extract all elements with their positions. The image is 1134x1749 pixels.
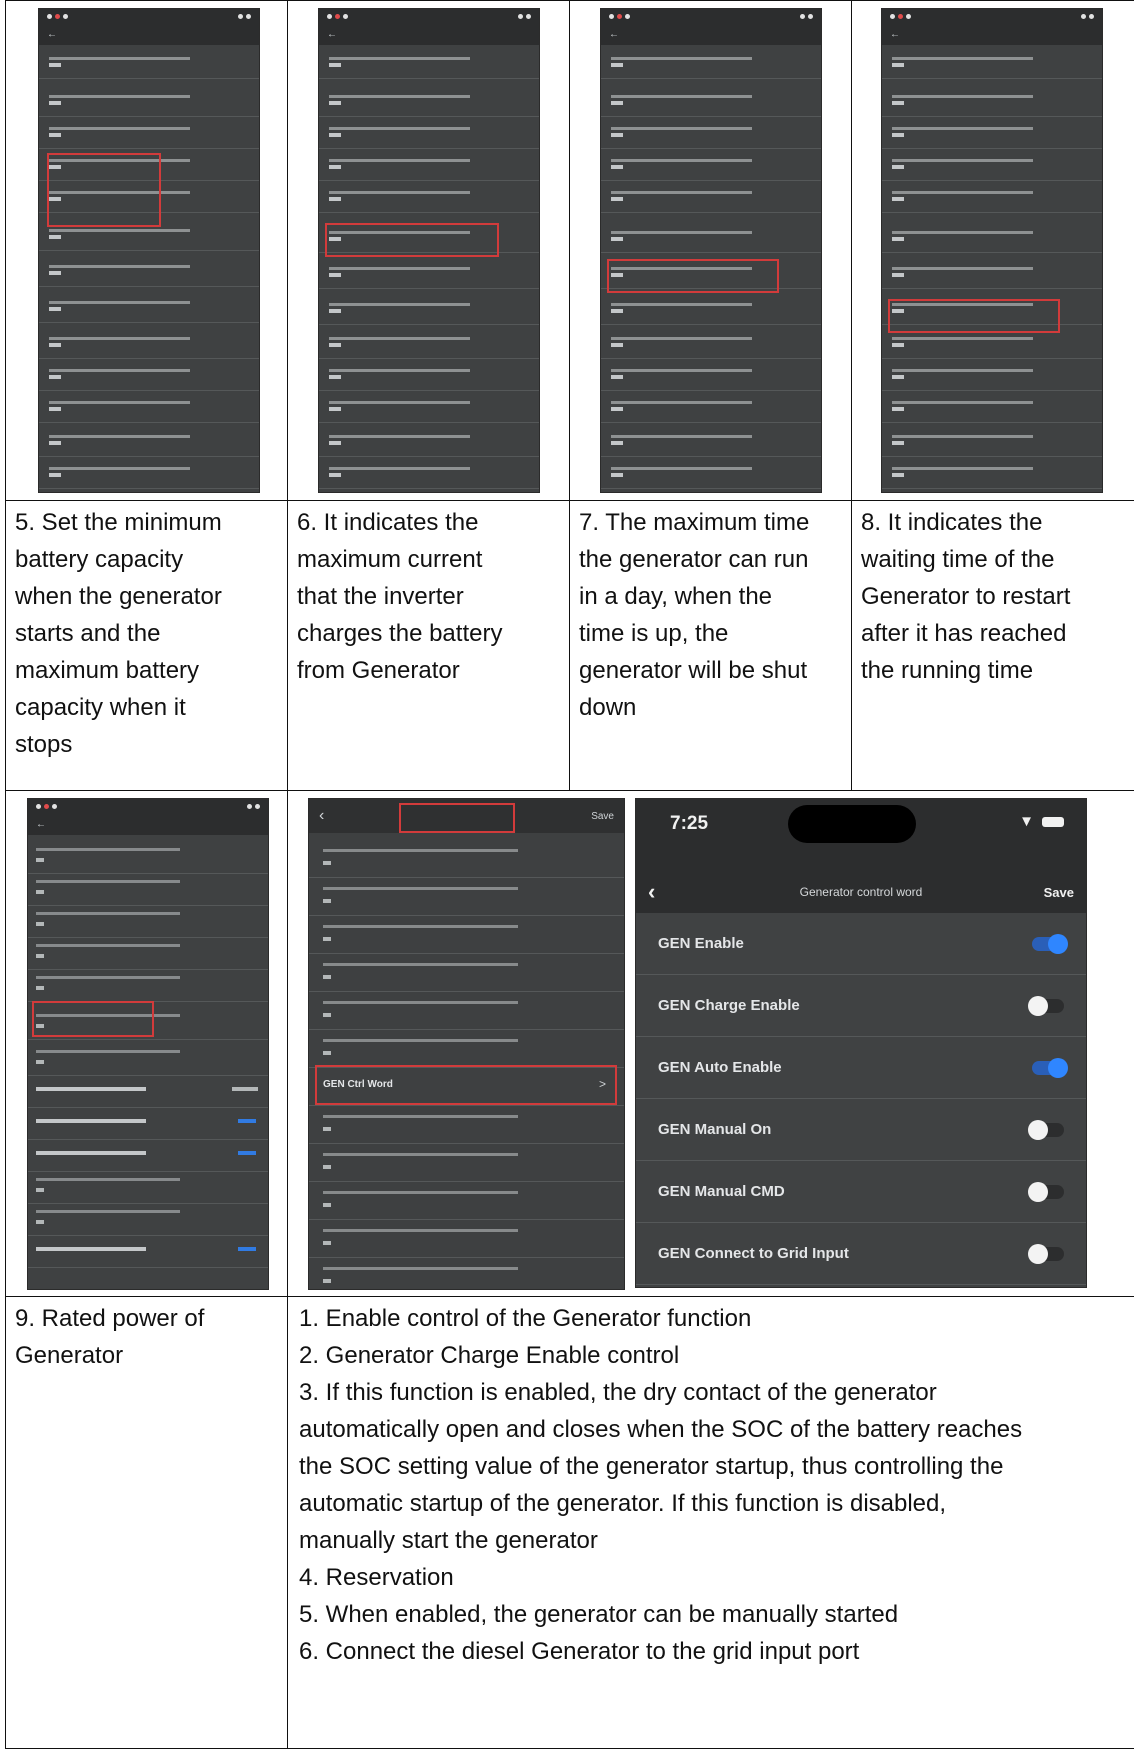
caption-5: 5. Set the minimum battery capacity when t… xyxy=(15,509,222,758)
status-bar xyxy=(319,9,539,23)
gen-connect-grid-toggle[interactable] xyxy=(1028,1243,1064,1264)
caption-6: 6. It indicates the maximum current that t… xyxy=(297,509,503,684)
wifi-icon: ▼ xyxy=(1019,813,1034,830)
save-button[interactable]: Save xyxy=(1044,885,1074,900)
caption-7: 7. The maximum time the generator can run… xyxy=(579,509,810,721)
toggle-row: GEN Connect to Grid Input xyxy=(636,1223,1086,1285)
save-button[interactable]: Save xyxy=(591,811,614,822)
caption-8: 8. It indicates the waiting time of the Ge… xyxy=(861,509,1071,684)
table-divider xyxy=(5,790,1134,791)
table-divider xyxy=(5,1296,1134,1297)
toggle-label: GEN Manual CMD xyxy=(658,1183,785,1200)
back-arrow-icon: ← xyxy=(47,28,57,40)
table-divider xyxy=(569,0,570,790)
highlight-box xyxy=(325,223,499,257)
app-header: ← xyxy=(28,813,268,835)
highlight-box xyxy=(607,259,779,293)
phone-screenshot: ← xyxy=(881,8,1103,493)
highlight-box xyxy=(399,803,515,833)
app-header: ← xyxy=(319,23,539,45)
toggle-label: GEN Connect to Grid Input xyxy=(658,1245,849,1262)
toggle-row: GEN Charge Enable xyxy=(636,975,1086,1037)
back-arrow-icon: ← xyxy=(36,818,46,830)
gen-auto-enable-toggle[interactable] xyxy=(1032,1057,1068,1078)
toggle-row: GEN Manual CMD xyxy=(636,1161,1086,1223)
toggle-label: GEN Enable xyxy=(658,935,744,952)
status-bar xyxy=(28,799,268,813)
gen-manual-on-toggle[interactable] xyxy=(1028,1119,1064,1140)
toggle-label: GEN Manual On xyxy=(658,1121,772,1138)
caption-9: 9. Rated power of Generator xyxy=(15,1305,205,1369)
toggle-row: GEN Enable xyxy=(636,913,1086,975)
status-bar xyxy=(882,9,1102,23)
toggle-label: GEN Auto Enable xyxy=(658,1059,782,1076)
status-bar xyxy=(601,9,821,23)
app-header: ← xyxy=(39,23,259,45)
toggle-row: GEN Auto Enable xyxy=(636,1037,1086,1099)
gen-charge-enable-toggle[interactable] xyxy=(1028,995,1064,1016)
table-divider xyxy=(851,0,852,790)
toggle-label: GEN Charge Enable xyxy=(658,997,800,1014)
document-table: ← ← ← ← 5. Set the minimum battery capac… xyxy=(5,0,1134,1749)
battery-icon xyxy=(1042,816,1064,827)
page-title: Generator control word xyxy=(799,885,923,899)
table-divider xyxy=(287,0,288,1749)
gen-manual-cmd-toggle[interactable] xyxy=(1028,1181,1064,1202)
dynamic-island xyxy=(788,805,916,843)
phone-screenshot: ← xyxy=(318,8,540,493)
phone-screenshot: ← xyxy=(600,8,822,493)
back-chevron-icon[interactable]: ‹ xyxy=(319,807,359,825)
ios-status-bar: 7:25 ▼ xyxy=(636,799,1086,871)
highlight-box xyxy=(315,1065,617,1105)
table-border-left xyxy=(5,0,6,1749)
highlight-box xyxy=(47,153,161,227)
back-arrow-icon: ← xyxy=(609,28,619,40)
highlight-box xyxy=(32,1001,154,1037)
gen-enable-toggle[interactable] xyxy=(1032,933,1068,954)
status-time: 7:25 xyxy=(670,813,709,834)
app-header: ← xyxy=(882,23,1102,45)
highlight-box xyxy=(888,299,1060,333)
phone-screenshot: ← xyxy=(38,8,260,493)
back-arrow-icon: ← xyxy=(890,28,900,40)
app-header: ← xyxy=(601,23,821,45)
nav-bar: ‹ Generator control word Save xyxy=(636,871,1086,913)
phone-screenshot: ← xyxy=(27,798,269,1290)
status-bar xyxy=(39,9,259,23)
phone-screenshot-generator-control: 7:25 ▼ ‹ Generator control word Save GEN… xyxy=(635,798,1087,1288)
status-icons: ▼ xyxy=(1019,813,1064,830)
back-arrow-icon: ← xyxy=(327,28,337,40)
generator-control-word-description: 1. Enable control of the Generator funct… xyxy=(299,1305,1023,1665)
phone-screenshot-settings: ‹ Save GEN Ctrl Word > xyxy=(308,798,625,1290)
toggle-row: GEN Manual On xyxy=(636,1099,1086,1161)
